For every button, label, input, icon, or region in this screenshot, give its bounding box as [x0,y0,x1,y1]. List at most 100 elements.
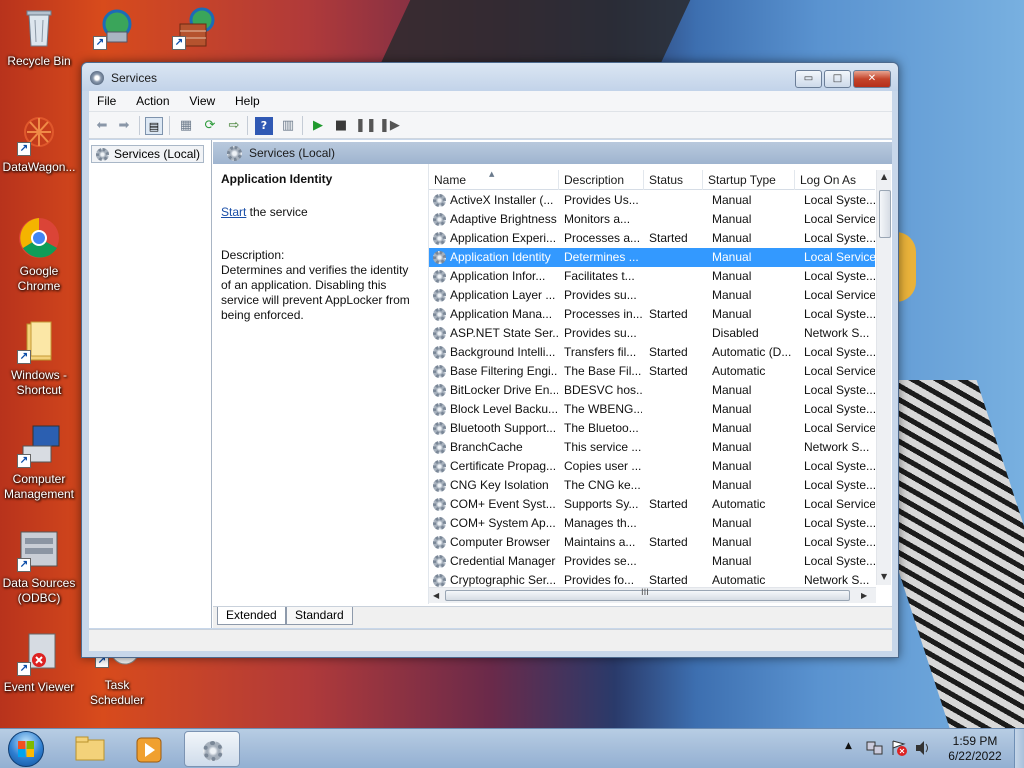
cell-startup: Manual [712,383,752,397]
show-action-pane-icon[interactable]: ▥ [279,117,297,135]
cell-startup: Manual [712,535,752,549]
horizontal-scroll-thumb[interactable]: III [445,588,850,601]
volume-icon[interactable] [914,739,932,768]
desktop-icon-label: Windows - Shortcut [10,368,67,397]
column-log-on-as[interactable]: Log On As [795,170,875,190]
desktop-icon-datawagon[interactable]: ↗ DataWagon... [0,112,78,175]
export-list-icon[interactable]: ⇨ [225,117,243,135]
cell-startup: Manual [712,193,752,207]
tab-extended[interactable]: Extended [217,607,286,625]
forward-arrow-icon[interactable]: ➡ [115,117,133,135]
cell-startup: Manual [712,440,752,454]
show-hidden-icons[interactable]: ▲ [845,741,852,768]
menu-help[interactable]: Help [227,91,268,112]
back-arrow-icon[interactable]: ⬅ [93,117,111,135]
cell-logon: Local Syste... [804,231,875,245]
column-description[interactable]: Description [559,170,644,190]
data-sources-icon: ↗ [17,528,61,572]
table-row[interactable]: Credential Manager Provides se... Manual Lo… [429,552,875,571]
table-row[interactable]: Base Filtering Engi... The Base Fil... Sta… [429,362,875,381]
action-center-icon[interactable] [890,739,908,768]
column-startup-type[interactable]: Startup Type [703,170,795,190]
network-icon[interactable] [866,739,884,768]
table-row[interactable]: ActiveX Installer (... Provides Us... Manu… [429,191,875,210]
table-row[interactable]: ASP.NET State Ser... Provides su... Disabl… [429,324,875,343]
status-bar [89,629,892,651]
toolbar-separator [139,116,140,135]
scroll-left-arrow-icon[interactable]: ◀ [433,591,439,600]
windows-logo-icon [18,749,34,757]
title-bar[interactable]: Services ▭ □ ✕ [82,63,898,91]
service-gear-icon [433,232,446,245]
desktop-icon-recycle-bin[interactable]: Recycle Bin [0,6,78,69]
cell-name: Application Identity [450,250,551,264]
desktop-icon-data-sources[interactable]: ↗ Data Sources (ODBC) [0,528,78,606]
pause-service-icon[interactable]: ❚❚ [355,117,377,135]
horizontal-scrollbar[interactable]: ◀ III ▶ [429,587,876,603]
table-row[interactable]: Certificate Propag... Copies user ... Manu… [429,457,875,476]
start-service-link[interactable]: Start [221,205,246,219]
cell-name: COM+ Event Syst... [450,497,556,511]
tab-standard[interactable]: Standard [286,607,353,625]
taskbar-media-player[interactable] [122,731,178,767]
minimize-button[interactable]: ▭ [795,70,822,88]
show-hide-console-tree-icon[interactable]: ▤ [145,117,163,135]
system-clock[interactable]: 1:59 PM 6/22/2022 [940,734,1010,764]
desktop-icon-event-viewer[interactable]: ↗ Event Viewer [0,632,78,695]
table-row[interactable]: Background Intelli... Transfers fil... Sta… [429,343,875,362]
table-row[interactable]: BitLocker Drive En... BDESVC hos... Manual… [429,381,875,400]
table-row[interactable]: COM+ System Ap... Manages th... Manual Loca… [429,514,875,533]
service-gear-icon [433,327,446,340]
show-desktop-button[interactable] [1014,729,1024,768]
desktop-icon-firewall[interactable]: ↗ [155,6,233,54]
help-icon[interactable]: ? [255,117,273,135]
table-row[interactable]: Application Identity Determines ... Manual… [429,248,875,267]
table-row[interactable]: Bluetooth Support... The Bluetoo... Manual… [429,419,875,438]
taskbar-services[interactable] [184,731,240,767]
maximize-button[interactable]: □ [824,70,851,88]
menu-action[interactable]: Action [128,91,177,112]
table-row[interactable]: Application Layer ... Provides su... Manua… [429,286,875,305]
cell-desc: Facilitates t... [564,269,635,283]
vertical-scroll-thumb[interactable] [879,190,891,238]
scroll-up-arrow-icon[interactable]: ▲ [881,172,887,181]
cell-desc: The CNG ke... [564,478,641,492]
vertical-scrollbar[interactable]: ▲ ▼ [876,170,891,585]
table-row[interactable]: Block Level Backu... The WBENG... Manual Lo… [429,400,875,419]
menu-view[interactable]: View [181,91,223,112]
stop-service-icon[interactable]: ■ [332,117,350,135]
toolbar-separator [247,116,248,135]
table-row[interactable]: Application Experi... Processes a... Start… [429,229,875,248]
column-status[interactable]: Status [644,170,703,190]
table-row[interactable]: CNG Key Isolation The CNG ke... Manual Loca… [429,476,875,495]
cell-desc: Processes in... [564,307,642,321]
close-button[interactable]: ✕ [853,70,891,88]
menu-bar: File Action View Help [89,91,892,112]
service-gear-icon [433,251,446,264]
taskbar-explorer[interactable] [62,731,118,767]
tree-item-services-local[interactable]: Services (Local) [91,145,204,163]
menu-file[interactable]: File [89,91,124,112]
table-row[interactable]: Application Infor... Facilitates t... Manu… [429,267,875,286]
cell-name: COM+ System Ap... [450,516,556,530]
properties-icon[interactable]: ▦ [177,117,195,135]
refresh-icon[interactable]: ⟳ [201,117,219,135]
clock-date: 6/22/2022 [948,749,1002,763]
restart-service-icon[interactable]: ❚▶ [379,117,400,135]
table-row[interactable]: BranchCache This service ... Manual Network… [429,438,875,457]
cell-desc: Monitors a... [564,212,631,226]
desktop-icon-network[interactable]: ↗ [76,6,154,54]
wallpaper-shape [896,232,916,302]
scroll-down-arrow-icon[interactable]: ▼ [881,572,887,581]
desktop-icon-windows-shortcut[interactable]: ↗ Windows - Shortcut [0,320,78,398]
start-button[interactable] [8,731,44,767]
start-service-icon[interactable]: ▶ [309,117,327,135]
desktop-icon-computer-management[interactable]: ↗ Computer Management [0,424,78,502]
services-gear-icon [90,71,104,85]
table-row[interactable]: Application Mana... Processes in... Starte… [429,305,875,324]
table-row[interactable]: Computer Browser Maintains a... Started Man… [429,533,875,552]
scroll-right-arrow-icon[interactable]: ▶ [861,591,867,600]
table-row[interactable]: COM+ Event Syst... Supports Sy... Started A… [429,495,875,514]
table-row[interactable]: Adaptive Brightness Monitors a... Manual Lo… [429,210,875,229]
desktop-icon-chrome[interactable]: Google Chrome [0,216,78,294]
